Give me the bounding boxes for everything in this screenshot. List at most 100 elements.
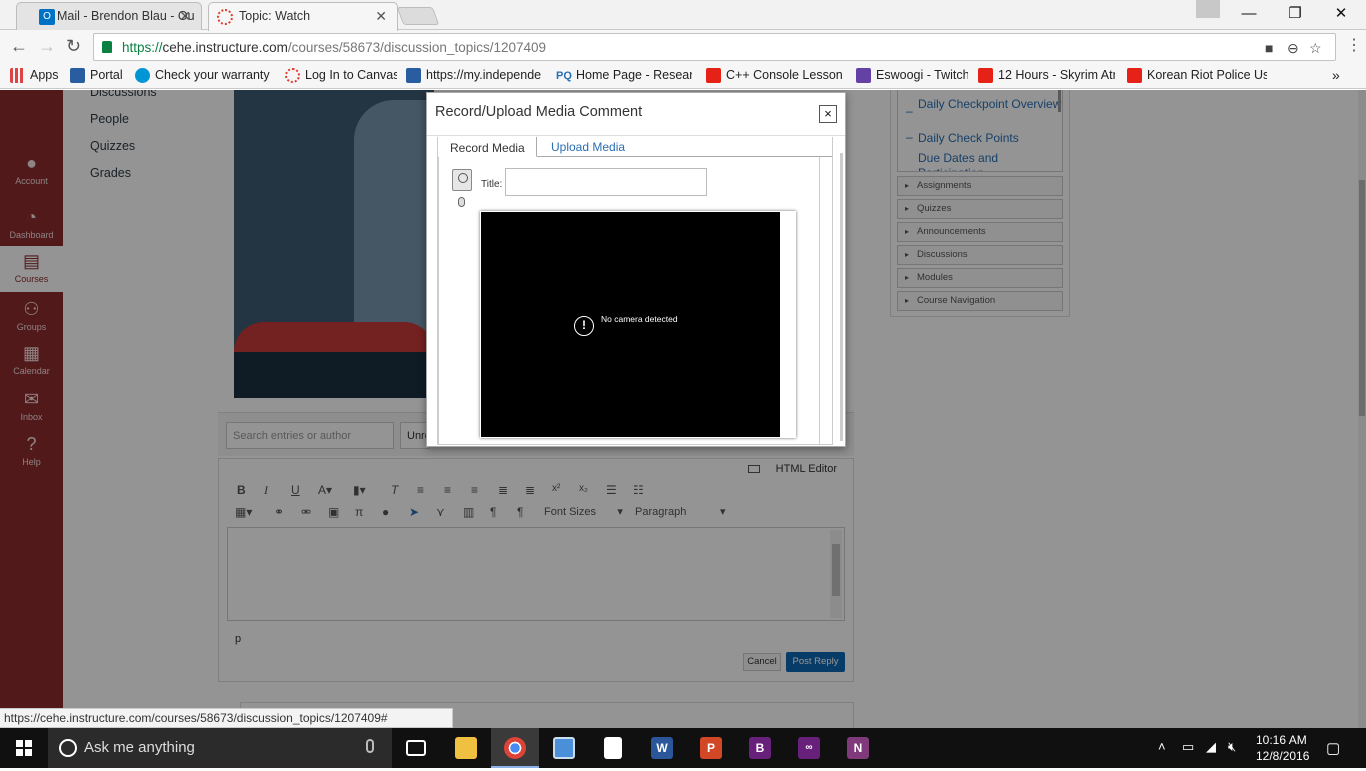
cortana-placeholder: Ask me anything — [84, 739, 195, 756]
powerpoint-icon: P — [700, 737, 722, 759]
tab-strip: O Mail - Brendon Blau - Ou ✕ Topic: Watc… — [0, 0, 1366, 31]
close-tab-icon[interactable]: ✕ — [179, 3, 191, 29]
show-hidden-icons[interactable]: ˄ — [1158, 739, 1166, 754]
divider — [427, 135, 845, 136]
visual-studio-button[interactable]: ∞ — [785, 728, 833, 768]
bookmark-cpp-lesson[interactable]: C++ Console Lesson 4 — [706, 67, 844, 85]
camera-screen: ! No camera detected — [481, 212, 780, 437]
dialog-scrollbar[interactable] — [840, 153, 843, 441]
reload-icon[interactable]: ↻ — [66, 36, 81, 56]
webcam-icon[interactable] — [452, 169, 472, 191]
store-icon — [604, 737, 622, 759]
windows-taskbar: Ask me anything W P B ∞ N ˄ ▭ ◢ 🔇︎ 10:16… — [0, 728, 1366, 768]
cortana-icon — [59, 739, 77, 757]
time: 10:16 AM — [1256, 733, 1307, 747]
bookmark-portal[interactable]: Portal — [70, 67, 128, 85]
url-text: https://cehe.instructure.com/courses/586… — [122, 40, 547, 55]
task-view-button[interactable] — [392, 728, 440, 768]
lock-icon — [102, 41, 112, 53]
restore-icon[interactable]: ❐ — [1272, 0, 1318, 28]
file-explorer-button[interactable] — [442, 728, 490, 768]
bookmark-canvas[interactable]: Log In to Canvas — [285, 67, 397, 85]
youtube-icon — [1127, 68, 1142, 83]
chrome-icon — [504, 737, 526, 759]
camera-message: No camera detected — [601, 314, 678, 324]
bookmark-skyrim[interactable]: 12 Hours - Skyrim Atn — [978, 67, 1115, 85]
clock[interactable]: 10:16 AM 12/8/2016 — [1256, 732, 1309, 764]
task-view-icon — [406, 740, 426, 756]
battery-icon[interactable]: ▭ — [1182, 739, 1194, 755]
camera-blocked-icon[interactable]: ■ — [1265, 40, 1273, 56]
windows-icon — [16, 740, 32, 756]
start-button[interactable] — [0, 728, 48, 768]
title-input[interactable] — [505, 168, 707, 196]
bookmark-independence[interactable]: https://my.independe — [406, 67, 541, 85]
bookmark-proquest[interactable]: PQ Home Page - Researcl — [556, 67, 692, 85]
date: 12/8/2016 — [1256, 749, 1310, 763]
media-comment-dialog: Record/Upload Media Comment × Record Med… — [426, 92, 846, 447]
forward-icon[interactable]: → — [38, 36, 56, 56]
volume-muted-icon[interactable]: 🔇︎ — [1228, 739, 1236, 755]
warning-icon: ! — [574, 316, 594, 336]
powerpoint-button[interactable]: P — [687, 728, 735, 768]
word-button[interactable]: W — [638, 728, 686, 768]
youtube-icon — [978, 68, 993, 83]
new-tab-button[interactable] — [396, 7, 440, 25]
microphone-icon[interactable] — [458, 197, 465, 207]
photos-button[interactable] — [540, 728, 588, 768]
youtube-icon — [706, 68, 721, 83]
bookmark-korean-riot[interactable]: Korean Riot Police Use — [1127, 67, 1267, 85]
outlook-icon: O — [39, 9, 55, 25]
address-bar[interactable]: https://cehe.instructure.com/courses/586… — [93, 33, 1336, 61]
visual-studio-icon: ∞ — [798, 737, 820, 759]
dialog-body: Record Media Upload Media Title: ! No ca… — [437, 137, 833, 445]
photos-icon — [553, 737, 575, 759]
tab-upload-media[interactable]: Upload Media — [551, 140, 625, 154]
bookmark-star-icon[interactable]: ☆ — [1309, 40, 1322, 57]
menu-icon[interactable]: ⋮ — [1346, 36, 1362, 56]
bookmark-apps[interactable]: Apps — [10, 67, 65, 85]
onenote-icon: N — [847, 737, 869, 759]
apps-icon — [10, 68, 25, 83]
zoom-icon[interactable]: ⊖ — [1287, 40, 1299, 57]
blend-icon: B — [749, 737, 771, 759]
portal-icon — [406, 68, 421, 83]
action-center-icon[interactable]: ▢ — [1326, 739, 1340, 757]
word-icon: W — [651, 737, 673, 759]
title-label: Title: — [481, 179, 503, 190]
browser-toolbar: ← → ↻ https://cehe.instructure.com/cours… — [0, 30, 1366, 63]
twitch-icon — [856, 68, 871, 83]
microphone-icon[interactable] — [366, 739, 374, 753]
canvas-page: ● Account ◔ Dashboard ▤ Courses ⚇ Groups ▦ Ca… — [0, 90, 1366, 728]
tab-mail[interactable]: O Mail - Brendon Blau - Ou ✕ — [16, 2, 202, 30]
blend-button[interactable]: B — [736, 728, 784, 768]
more-bookmarks-icon[interactable]: » — [1332, 67, 1340, 85]
chrome-button[interactable] — [491, 728, 539, 768]
close-window-icon[interactable]: ✕ — [1318, 0, 1364, 28]
back-icon[interactable]: ← — [10, 36, 28, 56]
tab-topic-watch[interactable]: Topic: Watch ✕ — [208, 2, 398, 31]
record-panel: Title: ! No camera detected — [438, 157, 820, 444]
canvas-icon — [217, 9, 233, 25]
profile-icon[interactable] — [1196, 0, 1220, 18]
dialog-title: Record/Upload Media Comment — [435, 104, 643, 120]
canvas-icon — [285, 68, 300, 83]
system-tray: ˄ ▭ ◢ 🔇︎ 10:16 AM 12/8/2016 ▢ — [1150, 728, 1366, 768]
tab-title: Mail - Brendon Blau - Ou — [57, 9, 195, 23]
proquest-icon: PQ — [556, 70, 572, 82]
onenote-button[interactable]: N — [834, 728, 882, 768]
hp-icon — [135, 68, 150, 83]
portal-icon — [70, 68, 85, 83]
store-button[interactable] — [589, 728, 637, 768]
bookmark-twitch[interactable]: Eswoogi - Twitch — [856, 67, 968, 85]
tab-record-media[interactable]: Record Media — [438, 137, 537, 157]
minimize-icon[interactable]: — — [1226, 0, 1272, 28]
camera-preview[interactable]: ! No camera detected — [480, 211, 796, 438]
wifi-icon[interactable]: ◢ — [1206, 739, 1216, 755]
close-dialog-button[interactable]: × — [819, 105, 837, 123]
chrome-browser-window: O Mail - Brendon Blau - Ou ✕ Topic: Watc… — [0, 0, 1366, 728]
close-tab-icon[interactable]: ✕ — [375, 3, 387, 29]
status-bar-url: https://cehe.instructure.com/courses/586… — [0, 708, 453, 728]
cortana-search-box[interactable]: Ask me anything — [48, 728, 392, 768]
bookmark-warranty[interactable]: Check your warranty s — [135, 67, 272, 85]
